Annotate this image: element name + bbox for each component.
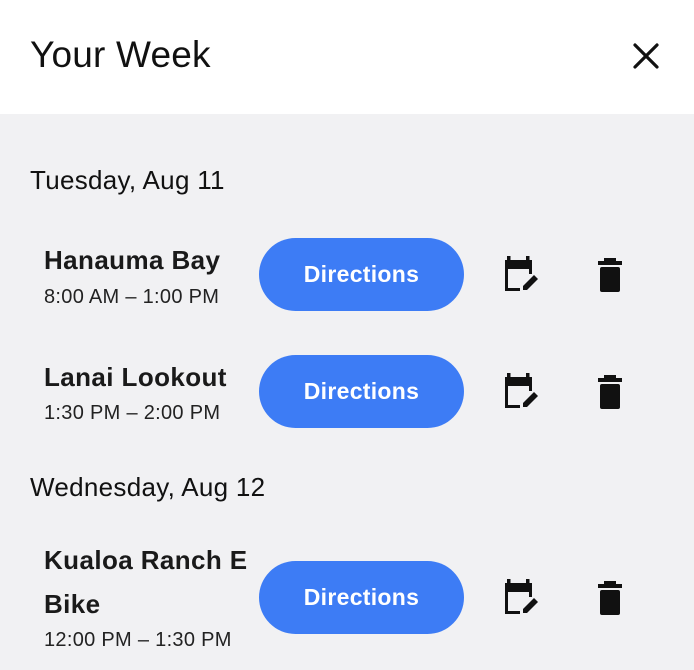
calendar-edit-icon xyxy=(505,373,538,408)
event-time: 8:00 AM – 1:00 PM xyxy=(44,286,220,308)
calendar-edit-icon xyxy=(505,256,538,291)
trash-icon xyxy=(598,375,622,409)
event-time: 1:30 PM – 2:00 PM xyxy=(44,402,221,424)
day-heading: Wednesday, Aug 12 xyxy=(30,472,266,502)
delete-event-button[interactable] xyxy=(588,370,632,414)
day-heading: Tuesday, Aug 11 xyxy=(30,165,225,195)
directions-button[interactable]: Directions xyxy=(259,238,464,311)
edit-event-button[interactable] xyxy=(500,576,544,620)
edit-event-button[interactable] xyxy=(500,253,544,297)
calendar-edit-icon xyxy=(505,579,538,614)
delete-event-button[interactable] xyxy=(588,576,632,620)
close-icon xyxy=(633,43,659,69)
header-bar: Your Week xyxy=(0,0,694,114)
edit-event-button[interactable] xyxy=(500,370,544,414)
close-button[interactable] xyxy=(624,36,668,76)
event-time: 12:00 PM – 1:30 PM xyxy=(44,629,232,651)
trash-icon xyxy=(598,258,622,292)
directions-button[interactable]: Directions xyxy=(259,561,464,634)
event-name: Kualoa Ranch E Bike xyxy=(44,545,248,619)
event-name: Lanai Lookout xyxy=(44,362,227,392)
event-name: Hanauma Bay xyxy=(44,245,221,275)
trash-icon xyxy=(598,581,622,615)
directions-button[interactable]: Directions xyxy=(259,355,464,428)
week-schedule: Tuesday, Aug 11 Hanauma Bay 8:00 AM – 1:… xyxy=(0,114,694,670)
delete-event-button[interactable] xyxy=(588,253,632,297)
page-title: Your Week xyxy=(30,34,211,75)
